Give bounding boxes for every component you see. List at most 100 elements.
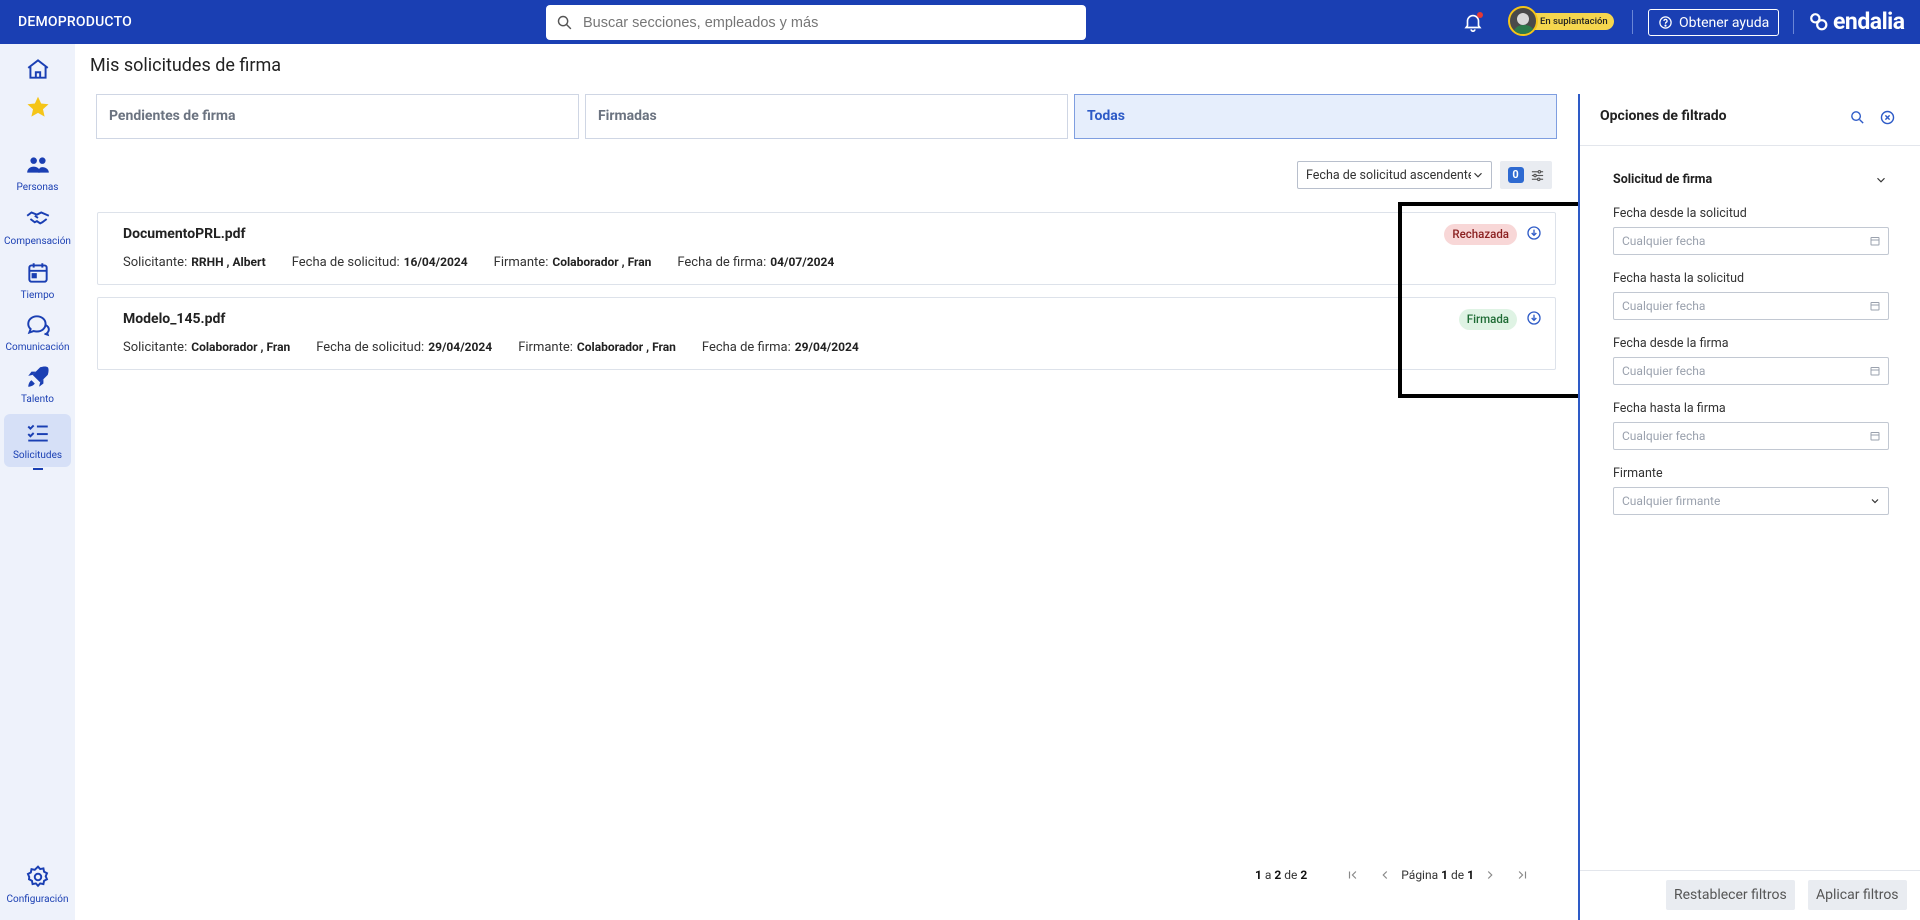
first-page-icon[interactable] xyxy=(1346,868,1360,882)
nav-comunicacion[interactable]: Comunicación xyxy=(4,312,71,353)
tab-pendientes[interactable]: Pendientes de firma xyxy=(96,94,579,139)
help-button[interactable]: Obtener ayuda xyxy=(1648,9,1780,36)
fecha-solicitud-label: Fecha de solicitud: xyxy=(316,340,425,355)
next-page-icon[interactable] xyxy=(1483,868,1497,882)
logo-text: endalia xyxy=(1833,8,1905,35)
handshake-icon xyxy=(26,211,49,225)
side-navigation: Personas Compensación Tiempo Comunicació… xyxy=(0,44,75,920)
search-icon[interactable] xyxy=(1849,109,1866,126)
file-name[interactable]: DocumentoPRL.pdf xyxy=(123,226,246,242)
nav-tiempo[interactable]: Tiempo xyxy=(4,260,71,301)
field-label: Fecha desde la firma xyxy=(1613,336,1729,351)
endalia-logo[interactable]: endalia xyxy=(1808,8,1905,35)
chevron-down-icon[interactable] xyxy=(1869,495,1881,507)
nav-configuracion[interactable]: Configuración xyxy=(4,864,71,905)
nav-label: Tiempo xyxy=(20,290,55,301)
rocket-icon xyxy=(27,366,49,387)
calendar-icon[interactable] xyxy=(1869,300,1881,312)
fecha-solicitud-value: 29/04/2024 xyxy=(428,340,493,354)
page-total: 1 xyxy=(1467,868,1474,882)
date-to-request-field[interactable]: Cualquier fecha xyxy=(1613,292,1889,320)
fecha-firma-value: 29/04/2024 xyxy=(794,340,859,354)
nav-compensacion[interactable]: Compensación xyxy=(4,206,71,247)
page-word: Página xyxy=(1401,868,1439,882)
chevron-down-icon xyxy=(1474,172,1482,178)
prev-page-icon[interactable] xyxy=(1378,868,1392,882)
request-meta: Solicitante: RRHH , Albert Fecha de soli… xyxy=(123,255,860,270)
gear-icon xyxy=(26,865,48,888)
nav-label: Comunicación xyxy=(5,342,70,353)
checklist-icon xyxy=(27,424,48,442)
chat-icon xyxy=(26,315,50,337)
range-to: 2 xyxy=(1274,868,1282,882)
apply-filters-button[interactable]: Aplicar filtros xyxy=(1808,880,1907,910)
firmante-select[interactable]: Cualquier firmante xyxy=(1613,487,1889,515)
divider xyxy=(1793,10,1794,34)
nav-talento[interactable]: Talento xyxy=(4,364,71,405)
search-input[interactable] xyxy=(583,14,1063,31)
notifications-button[interactable] xyxy=(1462,11,1484,33)
home-icon xyxy=(27,59,48,79)
solicitante-label: Solicitante: xyxy=(123,255,188,270)
range-from: 1 xyxy=(1255,868,1262,882)
nav-solicitudes[interactable]: Solicitudes xyxy=(4,414,71,470)
global-search[interactable] xyxy=(546,5,1086,40)
sort-select[interactable]: Fecha de solicitud ascendente xyxy=(1297,161,1492,189)
highlight-annotation-box xyxy=(1398,202,1591,398)
divider xyxy=(1632,10,1633,34)
filter-panel: Opciones de filtrado Solicitud de firma … xyxy=(1578,94,1920,920)
page-of: de xyxy=(1450,868,1465,882)
nav-home[interactable] xyxy=(4,56,71,82)
help-label: Obtener ayuda xyxy=(1679,14,1770,31)
request-card[interactable]: DocumentoPRL.pdf Solicitante: RRHH , Alb… xyxy=(97,212,1556,285)
help-icon xyxy=(1659,16,1672,29)
nav-personas[interactable]: Personas xyxy=(4,152,71,193)
divider xyxy=(1580,870,1920,871)
tab-todas[interactable]: Todas xyxy=(1074,94,1557,139)
nav-label: Personas xyxy=(16,182,59,193)
impersonation-badge: En suplantación xyxy=(1534,12,1614,30)
page-current: 1 xyxy=(1441,868,1448,882)
date-from-signature-field[interactable]: Cualquier fecha xyxy=(1613,357,1889,385)
filter-count-badge: 0 xyxy=(1507,167,1524,183)
firmante-value: Colaborador , Fran xyxy=(576,340,676,354)
request-card[interactable]: Modelo_145.pdf Solicitante: Colaborador … xyxy=(97,297,1556,370)
date-to-signature-field[interactable]: Cualquier fecha xyxy=(1613,422,1889,450)
calendar-icon[interactable] xyxy=(1869,430,1881,442)
field-label: Fecha hasta la firma xyxy=(1613,401,1726,416)
solicitante-value: RRHH , Albert xyxy=(191,255,266,269)
search-icon xyxy=(557,15,572,30)
chevron-down-icon[interactable] xyxy=(1874,173,1888,187)
range-a: a xyxy=(1264,868,1272,882)
fecha-firma-label: Fecha de firma: xyxy=(701,340,791,355)
tab-firmadas[interactable]: Firmadas xyxy=(585,94,1068,139)
sort-value: Fecha de solicitud ascendente xyxy=(1306,167,1471,183)
filter-toggle-button[interactable]: 0 xyxy=(1500,161,1552,189)
nav-favorites[interactable] xyxy=(4,94,71,120)
file-name[interactable]: Modelo_145.pdf xyxy=(123,311,225,327)
calendar-icon[interactable] xyxy=(1869,235,1881,247)
fecha-firma-label: Fecha de firma: xyxy=(677,255,767,270)
section-title[interactable]: Solicitud de firma xyxy=(1613,172,1712,187)
sliders-icon xyxy=(1531,169,1543,181)
calendar-icon[interactable] xyxy=(1869,365,1881,377)
close-icon[interactable] xyxy=(1879,109,1896,126)
solicitante-value: Colaborador , Fran xyxy=(191,340,291,354)
nav-label: Talento xyxy=(21,394,54,405)
reset-filters-button[interactable]: Restablecer filtros xyxy=(1666,880,1795,910)
range-total: 2 xyxy=(1300,868,1308,882)
people-icon xyxy=(26,157,49,173)
firmante-value: Colaborador , Fran xyxy=(552,255,652,269)
user-menu[interactable]: En suplantación xyxy=(1508,6,1614,36)
range-summary: 1 a 2 de 2 xyxy=(1255,868,1307,882)
filter-panel-title: Opciones de filtrado xyxy=(1600,108,1727,124)
divider xyxy=(1580,145,1920,146)
fecha-solicitud-value: 16/04/2024 xyxy=(403,255,468,269)
nav-label: Solicitudes xyxy=(12,450,63,461)
last-page-icon[interactable] xyxy=(1515,868,1529,882)
page-indicator: Página 1 de 1 xyxy=(1401,868,1474,882)
company-name[interactable]: DEMOPRODUCTO xyxy=(18,0,132,44)
notification-dot xyxy=(1477,12,1483,18)
star-icon xyxy=(26,96,49,117)
date-from-request-field[interactable]: Cualquier fecha xyxy=(1613,227,1889,255)
